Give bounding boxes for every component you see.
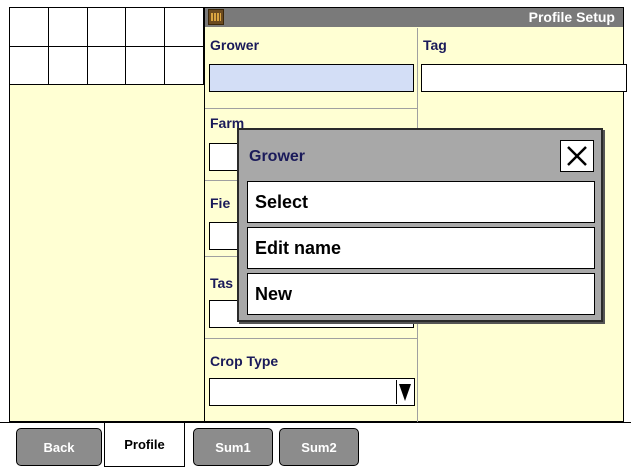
left-panel <box>9 7 205 422</box>
select-option[interactable]: Select <box>247 181 595 223</box>
dropdown-button[interactable] <box>396 380 413 404</box>
left-grid <box>10 8 204 85</box>
tab-sum2[interactable]: Sum2 <box>279 428 359 466</box>
edit-name-option[interactable]: Edit name <box>247 227 595 269</box>
grower-label: Grower <box>210 37 260 53</box>
tab-back[interactable]: Back <box>16 428 102 466</box>
tag-label: Tag <box>423 37 447 53</box>
dialog-title: Grower <box>249 148 306 165</box>
app-icon <box>208 9 224 25</box>
close-icon <box>567 146 587 166</box>
tab-profile[interactable]: Profile <box>104 423 185 467</box>
section-divider <box>205 338 417 339</box>
tag-field[interactable] <box>421 64 627 92</box>
grid-cell[interactable] <box>49 8 88 47</box>
grid-cell[interactable] <box>165 8 204 47</box>
tab-sum1[interactable]: Sum1 <box>193 428 273 466</box>
grid-cell[interactable] <box>10 47 49 85</box>
grower-dialog: Grower Select Edit name New <box>237 128 603 322</box>
chevron-down-icon <box>399 384 411 401</box>
new-option[interactable]: New <box>247 273 595 315</box>
grower-field[interactable] <box>209 64 414 92</box>
page-title: Profile Setup <box>528 9 615 25</box>
grid-cell[interactable] <box>126 8 165 47</box>
section-divider <box>205 108 417 109</box>
grid-cell[interactable] <box>165 47 204 85</box>
title-bar: Profile Setup <box>205 8 623 27</box>
task-label: Tas <box>210 275 234 291</box>
close-button[interactable] <box>560 140 594 172</box>
crop-type-label: Crop Type <box>210 353 279 369</box>
grid-cell[interactable] <box>10 8 49 47</box>
grid-cell[interactable] <box>126 47 165 85</box>
grid-cell[interactable] <box>49 47 88 85</box>
grid-cell[interactable] <box>88 8 126 47</box>
field-label: Fie <box>210 195 231 211</box>
grid-cell[interactable] <box>88 47 126 85</box>
crop-type-dropdown[interactable] <box>209 378 415 406</box>
